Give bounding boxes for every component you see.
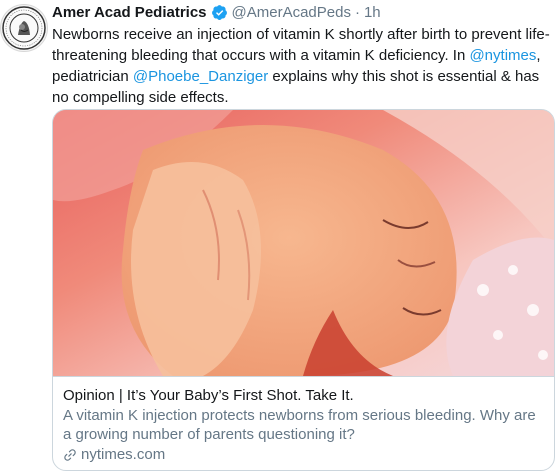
link-card[interactable]: Opinion | It’s Your Baby’s First Shot. T… <box>52 109 555 471</box>
tweet[interactable]: Amer Acad Pediatrics @AmerAcadPeds · 1h … <box>0 0 555 471</box>
separator: · <box>354 3 360 21</box>
display-name[interactable]: Amer Acad Pediatrics <box>52 4 207 21</box>
timestamp[interactable]: 1h <box>364 4 381 21</box>
card-image[interactable] <box>53 110 554 376</box>
card-domain[interactable]: nytimes.com <box>63 445 544 464</box>
card-description[interactable]: A vitamin K injection protects newborns … <box>63 406 544 444</box>
link-icon <box>64 448 76 461</box>
card-meta[interactable]: Opinion | It’s Your Baby’s First Shot. T… <box>53 376 554 470</box>
tweet-header: Amer Acad Pediatrics @AmerAcadPeds · 1h <box>52 0 555 24</box>
mention-nytimes[interactable]: @nytimes <box>469 47 536 64</box>
aap-seal-icon <box>2 6 46 50</box>
mention-phoebe-danziger[interactable]: @Phoebe_Danziger <box>133 68 268 85</box>
tweet-content: Amer Acad Pediatrics @AmerAcadPeds · 1h … <box>52 0 555 108</box>
verified-badge-icon <box>211 4 227 20</box>
avatar[interactable] <box>0 4 48 52</box>
tweet-text: Newborns receive an injection of vitamin… <box>52 24 552 108</box>
handle[interactable]: @AmerAcadPeds <box>232 4 351 21</box>
card-domain-text[interactable]: nytimes.com <box>81 445 165 464</box>
card-title[interactable]: Opinion | It’s Your Baby’s First Shot. T… <box>63 386 544 405</box>
